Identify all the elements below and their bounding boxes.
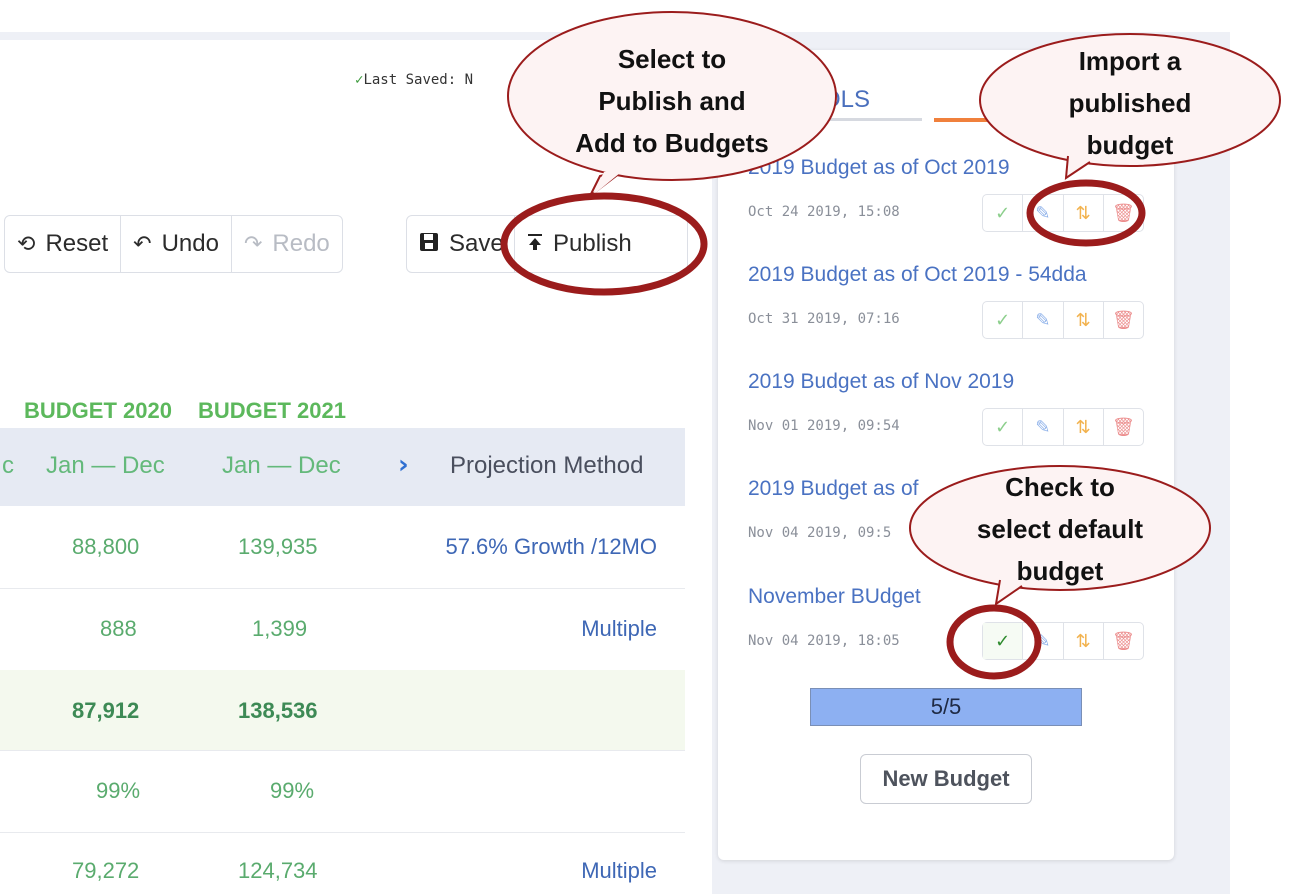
cell-budget-2020: 888 (100, 616, 137, 641)
cell-budget-2020: 88,800 (72, 534, 140, 559)
redo-icon: ↷ (243, 231, 263, 256)
budget-date: Oct 31 2019, 07:16 (748, 311, 900, 327)
trash-icon[interactable]: 🗑 (1104, 195, 1143, 231)
cell-budget-2020: 79,272 (72, 858, 140, 883)
history-icon: ⟲ (17, 231, 36, 256)
budget-actions: ✓ ✎ ⇅ 🗑 (982, 408, 1144, 446)
group-header-budget-2021: BUDGET 2021 (198, 398, 346, 423)
pencil-icon[interactable]: ✎ (1023, 195, 1064, 231)
callout-line: Add to Budgets (575, 128, 769, 158)
callout-line: Import a (1078, 46, 1182, 76)
budget-actions: ✓ ✎ ⇅ 🗑 (982, 194, 1144, 232)
callout-line: budget (1016, 556, 1104, 586)
cell-budget-2021: 99% (270, 778, 315, 803)
reset-button[interactable]: ⟲ Reset (5, 216, 122, 272)
check-icon[interactable]: ✓ (983, 409, 1024, 445)
redo-button[interactable]: ↷ Redo (232, 216, 342, 272)
reset-label: Reset (45, 230, 109, 257)
budget-date: Oct 24 2019, 15:08 (748, 204, 900, 220)
pencil-icon[interactable]: ✎ (1023, 409, 1064, 445)
callout-line: select default (976, 514, 1144, 544)
publish-callout-text: Select to Publish and Add to Budgets (540, 38, 804, 164)
redo-label: Redo (272, 230, 330, 257)
floppy-disk-icon (419, 232, 439, 256)
cell-budget-2021: 139,935 (238, 534, 318, 559)
history-button-group: ⟲ Reset ↶ Undo ↷ Redo (4, 215, 343, 273)
cell-budget-2021: 124,734 (238, 858, 318, 883)
import-icon[interactable]: ⇅ (1064, 409, 1104, 445)
tab-tools[interactable]: OLS (822, 86, 870, 114)
cell-budget-2020: 87,912 (72, 698, 140, 723)
pencil-icon[interactable]: ✎ (1023, 623, 1064, 659)
table-row: 888 1,399 Multiple (0, 588, 685, 671)
pagination-indicator: 5/5 (810, 688, 1082, 726)
pencil-icon[interactable]: ✎ (1023, 302, 1064, 338)
publish-label: Publish (553, 230, 632, 257)
check-icon[interactable]: ✓ (983, 302, 1024, 338)
callout-line: Select to (617, 44, 727, 74)
column-header-projection-method: Projection Method (450, 452, 644, 479)
undo-icon: ↶ (133, 231, 152, 256)
table-row: 88,800 139,935 57.6% Growth /12MO (0, 506, 685, 589)
undo-button[interactable]: ↶ Undo (121, 216, 232, 272)
budget-date: Nov 04 2019, 18:05 (748, 633, 900, 649)
chevron-right-icon[interactable]: › (398, 450, 409, 480)
import-icon[interactable]: ⇅ (1064, 302, 1104, 338)
check-icon[interactable]: ✓ (983, 195, 1024, 231)
budget-date: Nov 04 2019, 09:5 (748, 525, 892, 541)
table-row-total: 87,912 138,536 (0, 670, 685, 751)
callout-line: Publish and (598, 86, 746, 116)
budget-actions: ✓ ✎ ⇅ 🗑 (982, 301, 1144, 339)
column-header-budget-2021: Jan — Dec (222, 452, 341, 479)
budget-name-link[interactable]: 2019 Budget as of Nov 2019 (748, 370, 1014, 394)
save-publish-button-group: Save Publish (406, 215, 688, 273)
budget-name-link[interactable]: 2019 Budget as of (748, 477, 918, 501)
group-header-budget-2020: BUDGET 2020 (24, 398, 172, 423)
import-callout-text: Import a published budget (1010, 40, 1250, 166)
new-budget-button[interactable]: New Budget (860, 754, 1032, 804)
cell-projection-method[interactable]: 57.6% Growth /12MO (445, 534, 657, 560)
cell-budget-2021: 138,536 (238, 698, 318, 723)
cell-projection-method[interactable]: Multiple (581, 858, 657, 884)
save-button[interactable]: Save (407, 216, 515, 272)
publish-button[interactable]: Publish (515, 216, 644, 272)
callout-line: published (1068, 88, 1192, 118)
last-saved-text: Last Saved: N (363, 72, 474, 88)
cell-budget-2021: 1,399 (252, 616, 308, 641)
column-header-prev: c (2, 452, 14, 479)
save-label: Save (449, 230, 504, 257)
trash-icon[interactable]: 🗑 (1104, 302, 1143, 338)
import-icon[interactable]: ⇅ (1064, 195, 1104, 231)
cell-projection-method[interactable]: Multiple (581, 616, 657, 642)
check-icon[interactable]: ✓ (983, 623, 1024, 659)
column-header-budget-2020: Jan — Dec (46, 452, 165, 479)
callout-line: Check to (1005, 472, 1115, 502)
upload-icon (527, 233, 543, 255)
trash-icon[interactable]: 🗑 (1104, 623, 1143, 659)
default-callout-text: Check to select default budget (930, 466, 1190, 592)
undo-label: Undo (161, 230, 219, 257)
budget-date: Nov 01 2019, 09:54 (748, 418, 900, 434)
table-row: 99% 99% (0, 750, 685, 833)
trash-icon[interactable]: 🗑 (1104, 409, 1143, 445)
last-saved-status: ✓Last Saved: N (355, 72, 473, 88)
budget-name-link[interactable]: 2019 Budget as of Oct 2019 - 54dda (748, 263, 1087, 287)
budget-actions: ✓ ✎ ⇅ 🗑 (982, 622, 1144, 660)
callout-line: budget (1086, 130, 1174, 160)
import-icon[interactable]: ⇅ (1064, 623, 1104, 659)
cell-budget-2020: 99% (96, 778, 141, 803)
budget-name-link[interactable]: November BUdget (748, 585, 921, 609)
table-row: 79,272 124,734 Multiple (0, 832, 685, 894)
